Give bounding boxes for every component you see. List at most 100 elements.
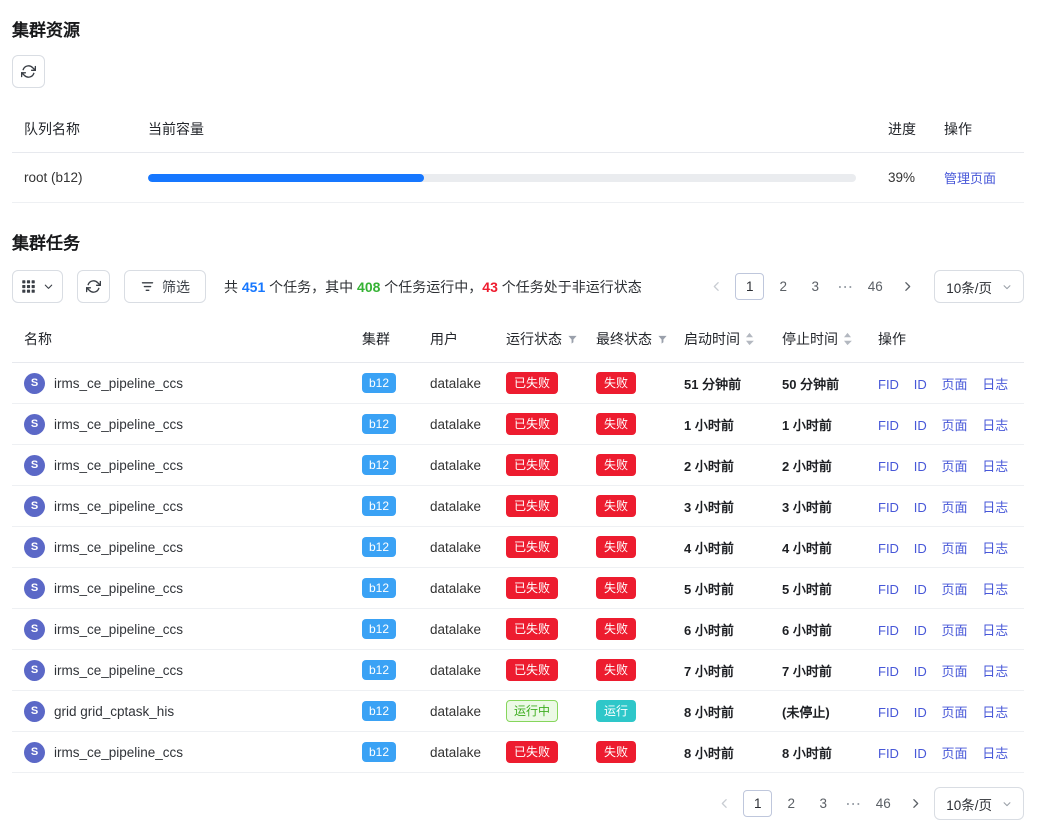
fid-link[interactable]: FID <box>878 746 899 761</box>
start-time: 7 小时前 <box>672 650 770 691</box>
col-progress: 进度 <box>876 106 932 153</box>
fid-link[interactable]: FID <box>878 377 899 392</box>
task-page-link[interactable]: 页面 <box>941 541 967 556</box>
log-link[interactable]: 日志 <box>982 664 1008 679</box>
task-row: S irms_ce_pipeline_ccs b12 datalake 已失败 … <box>12 527 1024 568</box>
stop-time: 7 小时前 <box>770 650 866 691</box>
next-page-button[interactable] <box>902 790 928 817</box>
page-button-1[interactable]: 1 <box>735 273 764 300</box>
run-status-badge: 已失败 <box>506 741 558 763</box>
cluster-badge: b12 <box>362 496 396 516</box>
fid-link[interactable]: FID <box>878 541 899 556</box>
task-page-link[interactable]: 页面 <box>941 377 967 392</box>
start-time: 8 小时前 <box>672 732 770 773</box>
task-page-link[interactable]: 页面 <box>941 746 967 761</box>
id-link[interactable]: ID <box>914 623 927 638</box>
prev-page-button[interactable] <box>711 790 737 817</box>
fid-link[interactable]: FID <box>878 418 899 433</box>
start-time: 6 小时前 <box>672 609 770 650</box>
page-size-select[interactable]: 10条/页 <box>934 787 1024 820</box>
log-link[interactable]: 日志 <box>982 582 1008 597</box>
id-link[interactable]: ID <box>914 664 927 679</box>
sort-icon[interactable] <box>745 332 754 346</box>
resources-refresh-button[interactable] <box>12 55 45 88</box>
filter-button[interactable]: 筛选 <box>124 270 206 303</box>
log-link[interactable]: 日志 <box>982 500 1008 515</box>
log-link[interactable]: 日志 <box>982 541 1008 556</box>
chevron-down-icon <box>1002 799 1012 809</box>
task-page-link[interactable]: 页面 <box>941 459 967 474</box>
page-button-3[interactable]: 3 <box>810 790 836 817</box>
page-button-2[interactable]: 2 <box>778 790 804 817</box>
task-user: datalake <box>418 568 494 609</box>
col-start-time[interactable]: 启动时间 <box>672 316 770 363</box>
manage-page-link[interactable]: 管理页面 <box>944 171 996 186</box>
id-link[interactable]: ID <box>914 377 927 392</box>
task-row: S irms_ce_pipeline_ccs b12 datalake 已失败 … <box>12 650 1024 691</box>
refresh-icon <box>21 64 36 79</box>
funnel-filter-icon[interactable] <box>657 334 668 345</box>
prev-page-button[interactable] <box>703 273 729 300</box>
task-page-link[interactable]: 页面 <box>941 664 967 679</box>
cluster-resources-section: 集群资源 队列名称 当前容量 进度 操作 <box>12 16 1024 203</box>
task-page-link[interactable]: 页面 <box>941 705 967 720</box>
page-button-2[interactable]: 2 <box>770 273 796 300</box>
task-user: datalake <box>418 527 494 568</box>
page-button-3[interactable]: 3 <box>802 273 828 300</box>
id-link[interactable]: ID <box>914 418 927 433</box>
sort-icon[interactable] <box>843 332 852 346</box>
page-button-1[interactable]: 1 <box>743 790 772 817</box>
stop-time: 4 小时前 <box>770 527 866 568</box>
fid-link[interactable]: FID <box>878 582 899 597</box>
id-link[interactable]: ID <box>914 541 927 556</box>
cluster-badge: b12 <box>362 701 396 721</box>
task-row: S irms_ce_pipeline_ccs b12 datalake 已失败 … <box>12 568 1024 609</box>
task-row: S irms_ce_pipeline_ccs b12 datalake 已失败 … <box>12 609 1024 650</box>
col-stop-time[interactable]: 停止时间 <box>770 316 866 363</box>
id-link[interactable]: ID <box>914 705 927 720</box>
col-final-status[interactable]: 最终状态 <box>584 316 672 363</box>
log-link[interactable]: 日志 <box>982 623 1008 638</box>
log-link[interactable]: 日志 <box>982 459 1008 474</box>
cluster-badge: b12 <box>362 455 396 475</box>
col-action: 操作 <box>866 316 1024 363</box>
stop-time: (未停止) <box>770 691 866 732</box>
chevron-down-icon <box>1002 282 1012 292</box>
task-page-link[interactable]: 页面 <box>941 582 967 597</box>
page-size-select[interactable]: 10条/页 <box>934 270 1024 303</box>
id-link[interactable]: ID <box>914 459 927 474</box>
pagination-ellipsis[interactable]: ⋯ <box>834 277 856 297</box>
fid-link[interactable]: FID <box>878 500 899 515</box>
tasks-refresh-button[interactable] <box>77 270 110 303</box>
log-link[interactable]: 日志 <box>982 705 1008 720</box>
cluster-badge: b12 <box>362 742 396 762</box>
funnel-filter-icon[interactable] <box>567 334 578 345</box>
fid-link[interactable]: FID <box>878 705 899 720</box>
id-link[interactable]: ID <box>914 746 927 761</box>
avatar: S <box>24 578 45 599</box>
avatar: S <box>24 537 45 558</box>
log-link[interactable]: 日志 <box>982 377 1008 392</box>
total-task-count: 451 <box>242 279 265 295</box>
page-button-last[interactable]: 46 <box>870 790 896 817</box>
log-link[interactable]: 日志 <box>982 746 1008 761</box>
col-cluster: 集群 <box>350 316 418 363</box>
stop-time: 1 小时前 <box>770 404 866 445</box>
id-link[interactable]: ID <box>914 500 927 515</box>
task-page-link[interactable]: 页面 <box>941 500 967 515</box>
column-settings-button[interactable] <box>12 270 63 303</box>
fid-link[interactable]: FID <box>878 459 899 474</box>
next-page-button[interactable] <box>894 273 920 300</box>
col-run-status[interactable]: 运行状态 <box>494 316 584 363</box>
page-button-last[interactable]: 46 <box>862 273 888 300</box>
task-page-link[interactable]: 页面 <box>941 418 967 433</box>
fid-link[interactable]: FID <box>878 623 899 638</box>
run-status-badge: 已失败 <box>506 577 558 599</box>
pagination-ellipsis[interactable]: ⋯ <box>842 794 864 814</box>
fid-link[interactable]: FID <box>878 664 899 679</box>
id-link[interactable]: ID <box>914 582 927 597</box>
final-status-badge: 运行 <box>596 700 636 722</box>
task-page-link[interactable]: 页面 <box>941 623 967 638</box>
log-link[interactable]: 日志 <box>982 418 1008 433</box>
run-status-badge: 运行中 <box>506 700 558 722</box>
